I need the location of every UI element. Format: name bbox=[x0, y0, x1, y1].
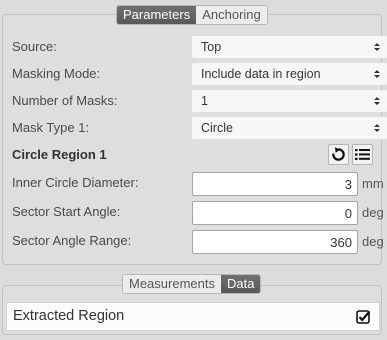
num-masks-value: 1 bbox=[201, 94, 208, 108]
mask-type-row: Mask Type 1: Circle bbox=[12, 117, 387, 139]
source-row: Source: Top bbox=[12, 36, 387, 58]
masking-mode-value: Include data in region bbox=[201, 67, 321, 81]
tab-measurements[interactable]: Measurements bbox=[123, 275, 221, 293]
num-masks-row: Number of Masks: 1 bbox=[12, 90, 387, 112]
list-icon bbox=[355, 149, 370, 160]
sector-range-unit: deg bbox=[362, 234, 384, 249]
masking-mode-select[interactable]: Include data in region bbox=[192, 63, 387, 85]
updown-caret-icon bbox=[374, 43, 380, 51]
source-select[interactable]: Top bbox=[192, 36, 387, 58]
reset-icon bbox=[332, 147, 345, 161]
sector-range-row: Sector Angle Range: deg bbox=[12, 230, 384, 254]
top-tabbar: Parameters Anchoring bbox=[116, 5, 268, 25]
sector-range-label: Sector Angle Range: bbox=[12, 233, 132, 248]
reset-button[interactable] bbox=[328, 144, 349, 165]
list-item-label: Extracted Region bbox=[13, 308, 125, 324]
tab-anchoring[interactable]: Anchoring bbox=[196, 6, 267, 24]
bottom-tabbar: Measurements Data bbox=[122, 274, 262, 294]
tab-data[interactable]: Data bbox=[220, 275, 261, 293]
sector-start-unit: deg bbox=[362, 205, 384, 220]
inner-diameter-row: Inner Circle Diameter: mm bbox=[12, 172, 384, 196]
mask-type-label: Mask Type 1: bbox=[12, 120, 90, 135]
circle-region-header: Circle Region 1 bbox=[12, 144, 381, 166]
sector-start-label: Sector Start Angle: bbox=[12, 204, 121, 219]
inner-diameter-unit: mm bbox=[362, 176, 384, 191]
sector-range-input[interactable] bbox=[192, 230, 358, 254]
source-label: Source: bbox=[12, 39, 57, 54]
updown-caret-icon bbox=[374, 97, 380, 105]
updown-caret-icon bbox=[374, 124, 380, 132]
inner-diameter-label: Inner Circle Diameter: bbox=[12, 175, 139, 190]
parameters-panel: Source: Top Masking Mode: Include data i… bbox=[2, 14, 387, 265]
masking-mode-row: Masking Mode: Include data in region bbox=[12, 63, 387, 85]
inner-diameter-input[interactable] bbox=[192, 172, 358, 196]
circle-region-title: Circle Region 1 bbox=[12, 147, 107, 162]
sector-start-input[interactable] bbox=[192, 201, 358, 225]
list-button[interactable] bbox=[352, 144, 373, 165]
list-item[interactable]: Extracted Region bbox=[6, 302, 380, 331]
num-masks-label: Number of Masks: bbox=[12, 93, 118, 108]
masking-mode-label: Masking Mode: bbox=[12, 66, 101, 81]
num-masks-select[interactable]: 1 bbox=[192, 90, 387, 112]
tab-parameters[interactable]: Parameters bbox=[117, 6, 197, 24]
mask-type-select[interactable]: Circle bbox=[192, 117, 387, 139]
updown-caret-icon bbox=[374, 70, 380, 78]
checkbox-checked-icon[interactable] bbox=[356, 310, 370, 324]
source-value: Top bbox=[201, 40, 222, 54]
sector-start-row: Sector Start Angle: deg bbox=[12, 201, 384, 225]
mask-type-value: Circle bbox=[201, 121, 233, 135]
